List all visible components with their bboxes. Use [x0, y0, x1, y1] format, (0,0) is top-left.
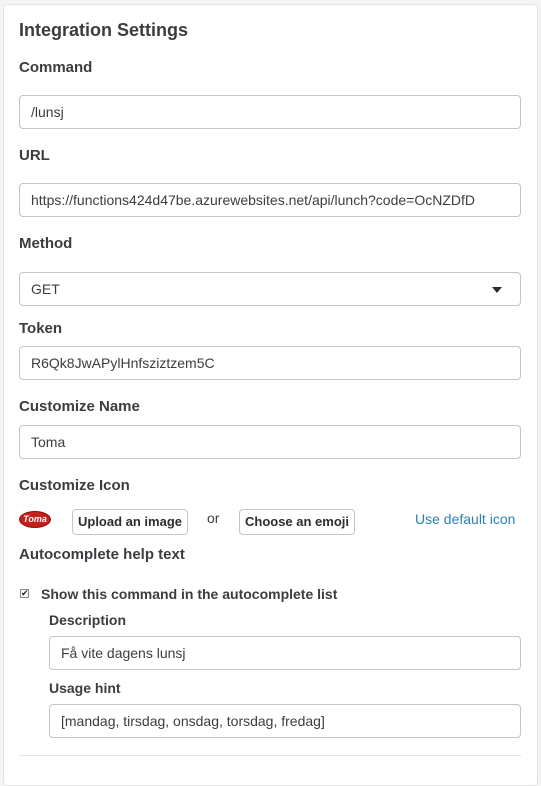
customize-name-label: Customize Name	[19, 398, 140, 415]
page-title: Integration Settings	[19, 20, 189, 40]
method-label: Method	[19, 235, 73, 252]
show-autocomplete-label[interactable]: Show this command in the autocomplete li…	[41, 586, 337, 602]
method-selected-value: GET	[31, 281, 60, 297]
choose-emoji-button[interactable]: Choose an emoji	[239, 509, 355, 535]
method-select[interactable]: GET	[19, 272, 521, 306]
chevron-down-icon	[492, 287, 502, 293]
or-text: or	[207, 510, 220, 526]
description-label: Description	[49, 612, 127, 628]
use-default-icon-link[interactable]: Use default icon	[415, 511, 515, 527]
customize-icon-label: Customize Icon	[19, 477, 130, 494]
url-input[interactable]: https://functions424d47be.azurewebsites.…	[19, 183, 521, 217]
autocomplete-label: Autocomplete help text	[19, 546, 185, 563]
usage-hint-label: Usage hint	[49, 680, 121, 696]
section-divider	[19, 755, 521, 756]
command-label: Command	[19, 59, 93, 76]
customize-name-input[interactable]: Toma	[19, 425, 521, 459]
toma-logo-icon: Toma	[19, 511, 51, 528]
token-input[interactable]: R6Qk8JwAPylHnfsziztzem5C	[19, 346, 521, 380]
url-label: URL	[19, 147, 50, 164]
token-label: Token	[19, 320, 63, 337]
usage-hint-input[interactable]: [mandag, tirsdag, onsdag, torsdag, freda…	[49, 704, 521, 738]
show-autocomplete-checkbox[interactable]: ✔	[20, 589, 29, 598]
command-input[interactable]: /lunsj	[19, 95, 521, 129]
upload-image-button[interactable]: Upload an image	[72, 509, 188, 535]
description-input[interactable]: Få vite dagens lunsj	[49, 636, 521, 670]
